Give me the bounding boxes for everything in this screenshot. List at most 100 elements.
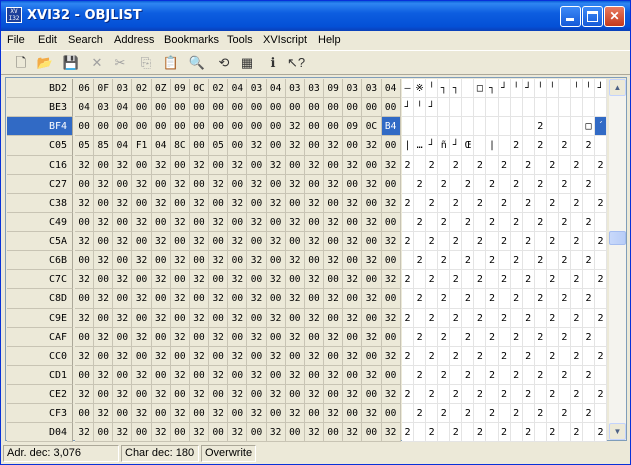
text-char-cell[interactable] [582,385,595,405]
hex-byte-cell[interactable]: 32 [362,327,382,347]
text-char-cell[interactable] [558,155,571,175]
text-char-cell[interactable]: 2 [474,346,487,366]
hex-byte-cell[interactable]: 00 [285,270,305,290]
menu-file[interactable]: File [7,34,25,46]
text-char-cell[interactable] [546,327,559,347]
text-char-cell[interactable]: 2 [595,385,608,405]
hex-byte-cell[interactable]: 00 [151,251,171,271]
text-char-cell[interactable]: 2 [438,174,451,194]
hex-byte-cell[interactable]: 32 [285,136,305,156]
text-char-cell[interactable] [546,251,559,271]
text-char-cell[interactable] [498,327,511,347]
text-char-cell[interactable]: 2 [474,232,487,252]
hex-byte-cell[interactable]: 32 [113,423,133,443]
cut-icon[interactable]: ✂ [110,53,130,73]
text-char-cell[interactable]: 2 [570,232,583,252]
text-char-cell[interactable]: 2 [402,385,415,405]
text-char-cell[interactable] [510,98,523,118]
hex-byte-cell[interactable]: 32 [247,174,267,194]
scroll-down-button[interactable]: ▼ [609,423,626,440]
hex-byte-cell[interactable]: 00 [381,365,401,385]
text-char-cell[interactable] [558,117,571,137]
text-char-cell[interactable]: ╵ [534,79,547,99]
text-char-cell[interactable]: 2 [486,174,499,194]
text-char-cell[interactable] [582,308,595,328]
hex-byte-cell[interactable]: 00 [324,346,344,366]
hex-byte-cell[interactable]: 00 [381,136,401,156]
text-char-cell[interactable] [438,232,451,252]
hex-byte-cell[interactable]: 00 [94,155,114,175]
text-char-cell[interactable]: 2 [414,404,427,424]
hex-byte-cell[interactable]: 32 [94,251,114,271]
text-char-cell[interactable]: 2 [595,270,608,290]
hex-byte-cell[interactable]: 32 [343,270,363,290]
text-char-cell[interactable]: 2 [450,155,463,175]
hex-byte-cell[interactable]: 32 [362,136,382,156]
hex-byte-cell[interactable]: 00 [189,174,210,194]
text-char-cell[interactable]: 2 [546,346,559,366]
text-char-cell[interactable] [474,174,487,194]
hex-byte-cell[interactable]: 00 [304,251,325,271]
text-char-cell[interactable]: 2 [534,117,547,137]
text-char-cell[interactable] [510,385,523,405]
text-char-cell[interactable]: 2 [522,270,535,290]
hex-byte-cell[interactable]: 32 [228,232,248,252]
text-char-cell[interactable]: 2 [546,155,559,175]
hex-byte-cell[interactable]: 32 [228,423,248,443]
hex-byte-cell[interactable]: 00 [228,365,248,385]
hex-byte-cell[interactable]: 32 [170,327,190,347]
hex-byte-cell[interactable]: 00 [247,98,267,118]
text-char-cell[interactable] [462,308,475,328]
text-char-cell[interactable]: 2 [558,174,571,194]
text-char-cell[interactable] [414,193,427,213]
hex-pane[interactable]: 06 0F 03 02 0Z 09 0C 02 04 03 04 03 03 09 03 03 04 04 03 04… [75,79,401,443]
minimize-button[interactable] [560,6,581,27]
text-char-cell[interactable]: 2 [462,251,475,271]
hex-byte-cell[interactable]: 32 [113,193,133,213]
hex-byte-cell[interactable]: 32 [343,193,363,213]
hex-byte-cell[interactable]: 32 [247,365,267,385]
hex-byte-cell[interactable]: 00 [228,212,248,232]
hex-byte-cell[interactable]: 00 [304,212,325,232]
hex-byte-cell[interactable]: 32 [343,346,363,366]
text-char-cell[interactable] [462,385,475,405]
hex-byte-cell[interactable]: 32 [324,289,344,309]
text-char-cell[interactable] [522,251,535,271]
text-char-cell[interactable]: 2 [546,232,559,252]
text-char-cell[interactable] [462,232,475,252]
hex-byte-cell[interactable]: 00 [266,212,286,232]
text-char-cell[interactable]: 2 [546,385,559,405]
hex-byte-cell[interactable]: 32 [266,423,286,443]
text-char-cell[interactable]: 2 [570,308,583,328]
hex-byte-cell[interactable]: 04 [113,98,133,118]
hex-byte-cell[interactable]: 32 [189,308,210,328]
text-char-cell[interactable] [558,423,571,443]
text-char-cell[interactable] [534,98,547,118]
text-char-cell[interactable] [450,174,463,194]
text-char-cell[interactable]: 2 [534,327,547,347]
text-char-cell[interactable]: 2 [534,251,547,271]
hex-byte-cell[interactable]: 00 [75,327,95,347]
hex-byte-cell[interactable]: 00 [113,212,133,232]
text-char-cell[interactable] [570,289,583,309]
hex-byte-cell[interactable]: 04 [75,98,95,118]
text-char-cell[interactable]: 2 [402,308,415,328]
hex-byte-cell[interactable]: 00 [132,232,152,252]
text-char-cell[interactable] [582,232,595,252]
text-char-cell[interactable]: 2 [450,346,463,366]
hex-byte-cell[interactable]: 32 [189,232,210,252]
hex-byte-cell[interactable]: 32 [304,308,325,328]
text-char-cell[interactable]: 2 [426,385,439,405]
text-char-cell[interactable] [522,327,535,347]
hex-byte-cell[interactable]: 00 [151,212,171,232]
text-char-cell[interactable] [438,193,451,213]
address-cell[interactable]: C38 [7,193,73,213]
text-char-cell[interactable] [462,117,475,137]
text-char-cell[interactable] [570,174,583,194]
text-char-cell[interactable]: 2 [486,251,499,271]
hex-byte-cell[interactable]: 32 [113,308,133,328]
text-char-cell[interactable] [402,212,415,232]
hex-byte-cell[interactable]: 32 [113,385,133,405]
text-char-cell[interactable]: ╵ [510,79,523,99]
hex-byte-cell[interactable]: 00 [324,308,344,328]
